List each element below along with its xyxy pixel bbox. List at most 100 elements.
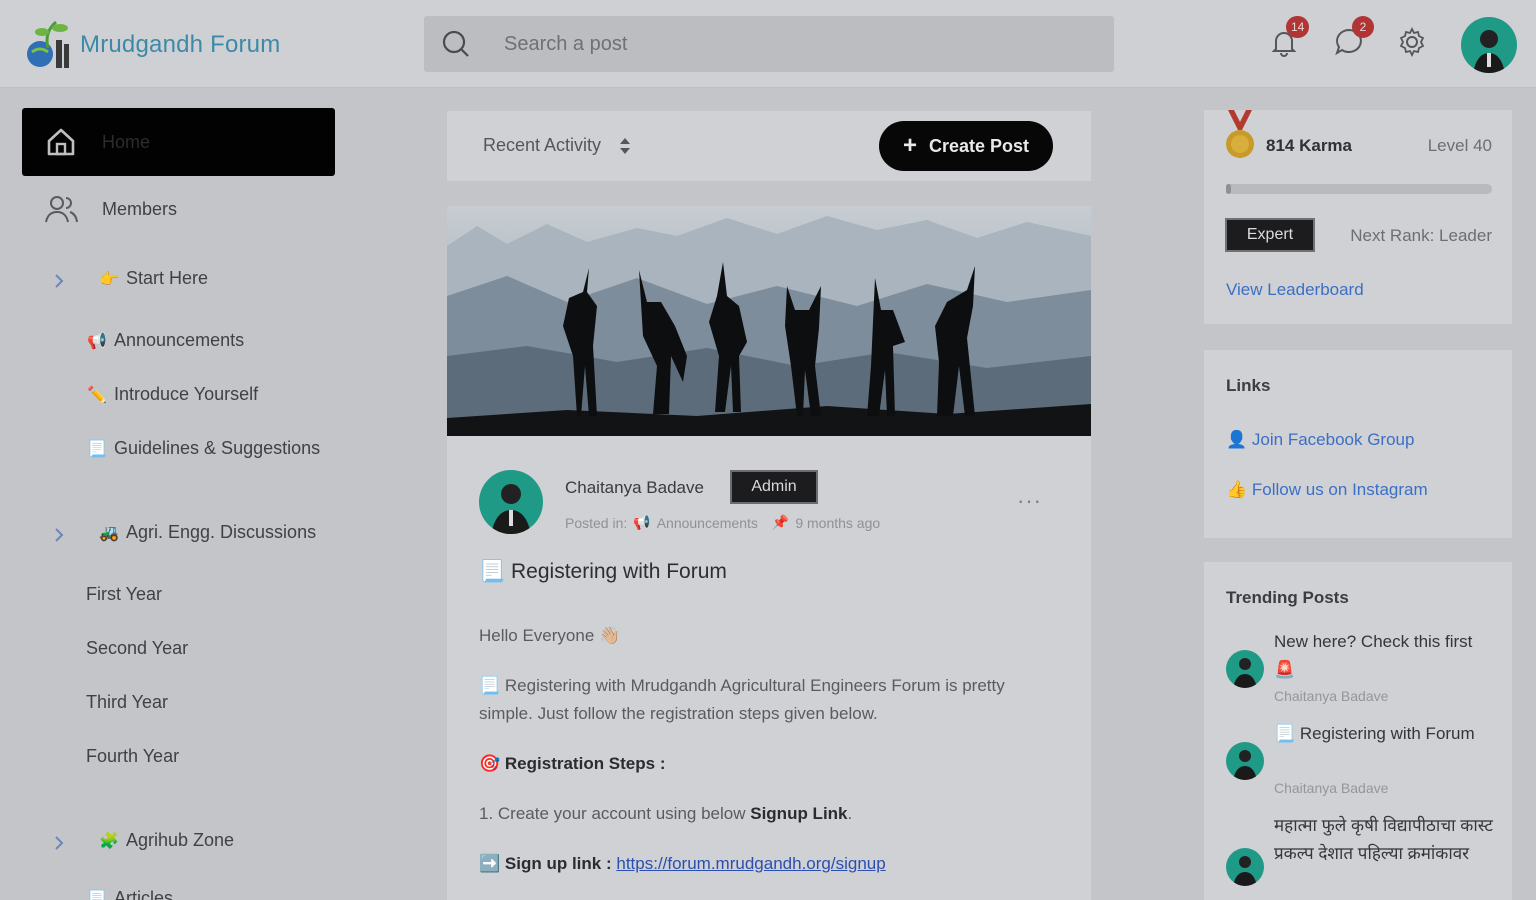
trending-author-avatar[interactable]	[1226, 650, 1264, 688]
more-options-icon[interactable]: ···	[1017, 488, 1042, 514]
post-intro: 📃 Registering with Mrudgandh Agricultura…	[479, 672, 1039, 728]
sidebar-item-label: Fourth Year	[86, 746, 180, 766]
sidebar: Home Members 👉 Start Here 📢 Announcement…	[0, 88, 350, 900]
create-post-button[interactable]: + Create Post	[879, 121, 1053, 171]
karma-count: 814 Karma	[1266, 136, 1353, 155]
sidebar-item-agri-engg[interactable]: 🚜 Agri. Engg. Discussions	[98, 522, 316, 543]
sidebar-item-announcements[interactable]: 📢 Announcements	[86, 330, 244, 351]
trending-post-author: Chaitanya Badave	[1274, 780, 1389, 796]
step-1-bold: Signup Link	[750, 804, 848, 823]
sidebar-item-articles[interactable]: 📃 Articles	[86, 888, 173, 900]
trending-post-author: Chaitanya Badave	[1274, 688, 1389, 704]
sidebar-item-home[interactable]: Home	[22, 108, 335, 176]
sidebar-item-introduce-yourself[interactable]: ✏️ Introduce Yourself	[86, 384, 258, 405]
search-icon[interactable]	[442, 30, 470, 58]
chevron-right-icon[interactable]	[52, 834, 66, 852]
user-avatar[interactable]	[1461, 17, 1517, 73]
messages-badge: 2	[1352, 16, 1374, 38]
gear-icon[interactable]	[1396, 26, 1428, 58]
author-avatar-image	[491, 484, 531, 534]
signup-line: ➡️ Sign up link : https://forum.mrudgand…	[479, 850, 1039, 878]
document-icon: 📃	[87, 440, 107, 458]
megaphone-icon: 📢	[87, 332, 107, 350]
link-label: Follow us on Instagram	[1251, 480, 1428, 499]
sort-dropdown-label[interactable]: Recent Activity	[483, 135, 601, 156]
sidebar-item-agrihub[interactable]: 🧩 Agrihub Zone	[98, 830, 234, 851]
document-icon: 📃	[87, 890, 107, 900]
sidebar-item-label: First Year	[86, 584, 163, 604]
view-leaderboard-link[interactable]: View Leaderboard	[1226, 280, 1364, 300]
document-icon: 📃	[479, 560, 506, 583]
facebook-group-link[interactable]: 👤 Join Facebook Group	[1226, 430, 1414, 450]
sidebar-item-label: Members	[102, 198, 178, 219]
instagram-link[interactable]: 👍 Follow us on Instagram	[1226, 480, 1428, 500]
sidebar-item-fourth-year[interactable]: Fourth Year	[86, 746, 179, 767]
sidebar-item-third-year[interactable]: Third Year	[86, 692, 168, 713]
tractor-icon: 🚜	[99, 524, 119, 542]
link-label: Join Facebook Group	[1251, 430, 1415, 449]
user-avatar-image	[1473, 30, 1505, 73]
trending-author-avatar[interactable]	[1226, 742, 1264, 780]
post-meta: Posted in: 📢 Announcements 📌 9 months ag…	[565, 514, 880, 531]
author-avatar[interactable]	[479, 470, 543, 534]
post-title[interactable]: 📃 Registering with Forum	[479, 560, 727, 584]
post-time: 9 months ago	[795, 514, 881, 531]
sidebar-item-label: Home	[102, 131, 151, 152]
trending-post-title[interactable]: New here? Check this first 🚨	[1274, 628, 1494, 684]
chevron-right-icon[interactable]	[52, 272, 66, 290]
rank-badge: Expert	[1225, 218, 1315, 252]
pointing-hand-icon: 👉	[99, 270, 119, 288]
logo-icon	[27, 20, 69, 68]
sidebar-item-label: Third Year	[86, 692, 169, 712]
sidebar-item-label: Agri. Engg. Discussions	[126, 522, 317, 542]
sidebar-item-label: Articles	[114, 888, 174, 900]
next-rank-text: Next Rank: Leader	[1350, 226, 1492, 245]
user-icon: 👤	[1226, 430, 1248, 449]
sidebar-item-label: Introduce Yourself	[114, 384, 259, 404]
medal-icon	[1226, 110, 1254, 158]
post-banner-image	[447, 206, 1091, 436]
sidebar-item-members[interactable]: Members	[44, 194, 177, 224]
sort-icon[interactable]	[619, 136, 631, 156]
trending-post-title[interactable]: 📃 Registering with Forum	[1274, 720, 1494, 748]
steps-heading: 🎯 Registration Steps :	[479, 750, 1039, 778]
sidebar-item-second-year[interactable]: Second Year	[86, 638, 188, 659]
sidebar-item-first-year[interactable]: First Year	[86, 584, 162, 605]
puzzle-icon: 🧩	[99, 832, 119, 850]
chevron-right-icon[interactable]	[52, 526, 66, 544]
signup-link[interactable]: https://forum.mrudgandh.org/signup	[616, 854, 885, 873]
search-bar[interactable]	[424, 16, 1114, 72]
search-input[interactable]	[504, 16, 1094, 72]
top-bar: Mrudgandh Forum 14 2	[0, 0, 1536, 88]
sidebar-item-start-here[interactable]: 👉 Start Here	[98, 268, 208, 289]
site-logo[interactable]: Mrudgandh Forum	[22, 18, 280, 72]
target-icon: 🎯	[479, 754, 501, 773]
create-post-label: Create Post	[928, 135, 1030, 156]
admin-badge: Admin	[730, 470, 818, 504]
sidebar-item-label: Agrihub Zone	[126, 830, 235, 850]
karma-progress-fill	[1226, 184, 1232, 194]
post-title-text: Registering with Forum	[511, 560, 727, 583]
sidebar-item-label: Start Here	[126, 268, 209, 288]
karma-progress-bar	[1226, 184, 1492, 194]
home-icon	[47, 128, 75, 156]
avatar-image	[1233, 750, 1257, 780]
avatar-image	[1233, 856, 1257, 886]
sidebar-item-guidelines[interactable]: 📃 Guidelines & Suggestions	[86, 438, 320, 459]
post-greeting: Hello Everyone 👋🏼	[479, 622, 1039, 650]
step-1-text: 1. Create your account using below	[479, 804, 746, 823]
post-category-link[interactable]: Announcements	[657, 515, 758, 531]
trending-card: Trending Posts New here? Check this firs…	[1204, 562, 1512, 900]
trending-post-title[interactable]: महात्मा फुले कृषी विद्यापीठाचा कास्ट प्र…	[1274, 812, 1494, 868]
sidebar-item-label: Announcements	[114, 330, 245, 350]
links-card: Links 👤 Join Facebook Group 👍 Follow us …	[1204, 350, 1512, 538]
wave-icon: 👋🏼	[599, 626, 621, 645]
level-text: Level 40	[1427, 136, 1492, 155]
document-icon: 📃	[479, 676, 501, 695]
trending-author-avatar[interactable]	[1226, 848, 1264, 886]
logo-text: Mrudgandh Forum	[80, 31, 281, 58]
avatar-image	[1233, 658, 1257, 688]
intro-text: Registering with Mrudgandh Agricultural …	[479, 676, 1005, 723]
members-icon	[45, 196, 78, 223]
author-name[interactable]: Chaitanya Badave	[565, 478, 704, 498]
